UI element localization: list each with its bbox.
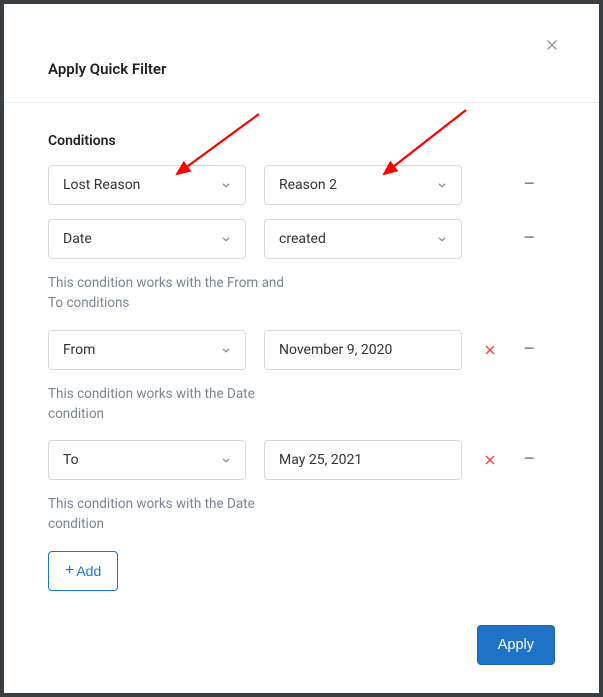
- condition-row: Lost Reason Reason 2 −: [48, 165, 555, 205]
- apply-button[interactable]: Apply: [477, 625, 555, 665]
- select-value: From: [63, 342, 95, 358]
- input-value: November 9, 2020: [279, 342, 392, 358]
- condition-row: From November 9, 2020 −: [48, 330, 555, 370]
- conditions-section: Conditions Lost Reason Reason 2 − Date c…: [4, 103, 599, 591]
- remove-row-button[interactable]: −: [520, 176, 538, 194]
- add-label: Add: [76, 563, 101, 579]
- remove-row-button[interactable]: −: [520, 341, 538, 359]
- value-select-created[interactable]: created: [264, 219, 462, 259]
- select-value: created: [279, 231, 326, 247]
- remove-row-button[interactable]: −: [520, 230, 538, 248]
- clear-date-button[interactable]: [480, 340, 500, 360]
- select-value: Lost Reason: [63, 177, 140, 193]
- plus-icon: +: [65, 562, 74, 580]
- date-input-from[interactable]: November 9, 2020: [264, 330, 462, 370]
- chevron-down-icon: [435, 178, 449, 192]
- close-icon: [543, 36, 561, 54]
- chevron-down-icon: [435, 232, 449, 246]
- x-icon: [482, 452, 498, 468]
- field-select-lost-reason[interactable]: Lost Reason: [48, 165, 246, 205]
- conditions-label: Conditions: [48, 133, 555, 149]
- modal-footer: Apply: [477, 625, 555, 665]
- modal-title: Apply Quick Filter: [4, 4, 599, 102]
- x-icon: [482, 342, 498, 358]
- chevron-down-icon: [219, 453, 233, 467]
- chevron-down-icon: [219, 232, 233, 246]
- field-select-to[interactable]: To: [48, 440, 246, 480]
- help-text: This condition works with the Date condi…: [48, 494, 288, 535]
- condition-row: To May 25, 2021 −: [48, 440, 555, 480]
- select-value: To: [63, 452, 79, 468]
- clear-date-button[interactable]: [480, 450, 500, 470]
- help-text: This condition works with the From and T…: [48, 273, 288, 314]
- select-value: Reason 2: [279, 177, 337, 193]
- date-input-to[interactable]: May 25, 2021: [264, 440, 462, 480]
- remove-row-button[interactable]: −: [520, 451, 538, 469]
- condition-row: Date created −: [48, 219, 555, 259]
- help-text: This condition works with the Date condi…: [48, 384, 288, 425]
- value-select-reason-2[interactable]: Reason 2: [264, 165, 462, 205]
- add-condition-button[interactable]: +Add: [48, 551, 118, 591]
- close-button[interactable]: [543, 36, 563, 56]
- field-select-from[interactable]: From: [48, 330, 246, 370]
- select-value: Date: [63, 231, 92, 247]
- field-select-date[interactable]: Date: [48, 219, 246, 259]
- chevron-down-icon: [219, 178, 233, 192]
- input-value: May 25, 2021: [279, 452, 362, 468]
- chevron-down-icon: [219, 343, 233, 357]
